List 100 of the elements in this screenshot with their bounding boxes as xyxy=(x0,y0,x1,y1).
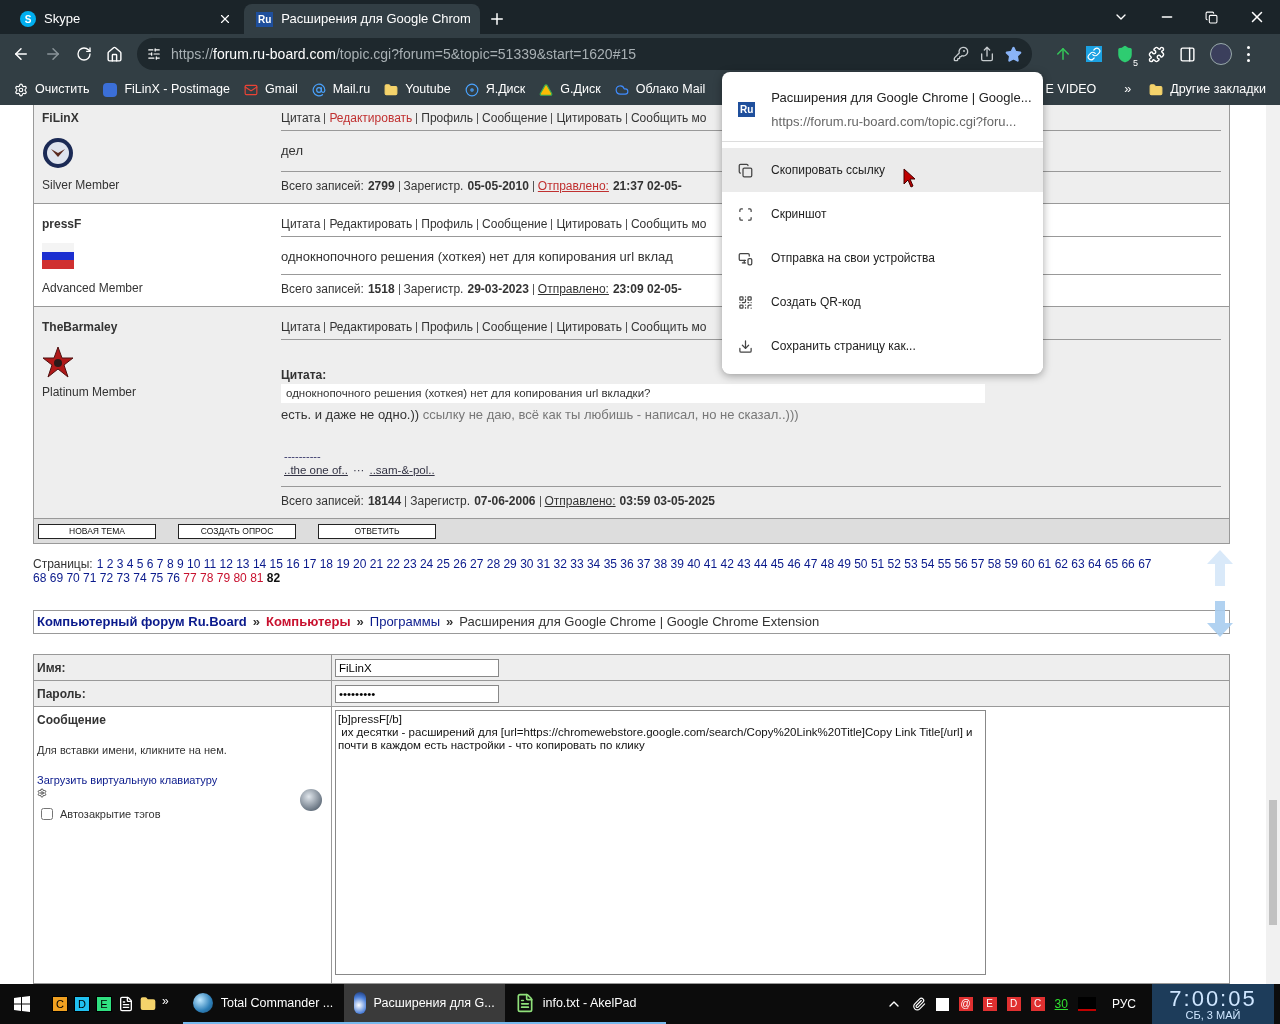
message-field[interactable]: [b]pressF[/b] их десятки - расширений для [url=https://chromewebstore.google.com/search/Copy%20Link%20Title]Copy Link Title[/url] и почти в каждом есть настройки - что копировать по клику xyxy=(335,710,986,975)
menu-icon[interactable] xyxy=(1246,46,1250,62)
author-name[interactable]: TheBarmaley xyxy=(42,318,281,336)
bookmark[interactable]: E VIDEO xyxy=(1045,80,1097,99)
page-link[interactable]: 60 xyxy=(1021,557,1035,571)
post-action-link[interactable]: Профиль xyxy=(421,109,474,127)
page-link[interactable]: 40 xyxy=(687,557,701,571)
new-tab-icon[interactable] xyxy=(488,10,506,28)
page-link[interactable]: 8 xyxy=(166,557,174,571)
page-link[interactable]: 35 xyxy=(603,557,617,571)
topic-button[interactable]: НОВАЯ ТЕМА xyxy=(38,523,156,539)
page-link[interactable]: 10 xyxy=(186,557,201,571)
page-link[interactable]: 82 xyxy=(266,571,281,585)
page-link[interactable]: 15 xyxy=(269,557,283,571)
page-link[interactable]: 50 xyxy=(854,557,868,571)
page-link[interactable]: 56 xyxy=(954,557,968,571)
paperclip-icon[interactable] xyxy=(911,997,926,1011)
language-indicator[interactable]: РУС xyxy=(1111,995,1136,1013)
page-link[interactable]: 7 xyxy=(156,557,164,571)
post-action-link[interactable]: Сообщить мо xyxy=(630,109,707,127)
page-link[interactable]: 22 xyxy=(386,557,400,571)
extensions-icon[interactable] xyxy=(1148,45,1165,63)
page-link[interactable]: 64 xyxy=(1088,557,1102,571)
page-link[interactable]: 3 xyxy=(116,557,124,571)
page-link[interactable]: 51 xyxy=(870,557,885,571)
star-icon[interactable] xyxy=(1005,45,1022,63)
post-action-link[interactable]: Редактировать xyxy=(329,318,413,336)
page-link[interactable]: 47 xyxy=(804,557,818,571)
page-link[interactable]: 27 xyxy=(470,557,484,571)
menu-item[interactable]: Скриншот xyxy=(722,192,1043,236)
page-link[interactable]: 9 xyxy=(176,557,184,571)
post-action-link[interactable]: Профиль xyxy=(421,215,474,233)
sent-link[interactable]: Отправлено: xyxy=(544,492,616,510)
page-link[interactable]: 32 xyxy=(553,557,567,571)
page-link[interactable]: 59 xyxy=(1004,557,1018,571)
key-icon[interactable] xyxy=(953,46,969,62)
browser-tab[interactable]: Ru Расширения для Google Chrom xyxy=(244,4,480,34)
post-action-link[interactable]: Цитата xyxy=(281,109,321,127)
bookmark[interactable]: Я.Диск xyxy=(464,80,526,99)
page-link[interactable]: 63 xyxy=(1071,557,1085,571)
name-field[interactable]: FiLinX xyxy=(335,658,499,677)
bookmark[interactable]: Mail.ru xyxy=(311,80,371,99)
signature-link[interactable]: ..sam-&-pol.. xyxy=(369,461,435,479)
sent-link[interactable]: Отправлено: xyxy=(537,177,609,195)
page-link[interactable]: 28 xyxy=(486,557,501,571)
page-link[interactable]: 19 xyxy=(336,557,350,571)
page-link[interactable]: 58 xyxy=(987,557,1002,571)
page-link[interactable]: 52 xyxy=(887,557,901,571)
author-name[interactable]: FiLinX xyxy=(42,109,281,127)
page-link[interactable]: 75 xyxy=(149,571,164,585)
page-link[interactable]: 2 xyxy=(106,557,114,571)
page-link[interactable]: 17 xyxy=(303,557,317,571)
page-link[interactable]: 53 xyxy=(904,557,918,571)
close-icon[interactable] xyxy=(218,12,232,26)
bookmark[interactable]: Облако Mail xyxy=(614,80,706,99)
page-link[interactable]: 78 xyxy=(200,571,214,585)
topic-button[interactable]: СОЗДАТЬ ОПРОС xyxy=(178,523,296,539)
windows-start-icon[interactable] xyxy=(14,996,30,1012)
page-link[interactable]: 1 xyxy=(96,557,104,571)
page-link[interactable]: 45 xyxy=(770,557,785,571)
forward-icon[interactable] xyxy=(44,45,62,63)
taskbar-button[interactable]: Total Commander ... xyxy=(182,984,344,1024)
bookmark[interactable]: G.Диск xyxy=(539,80,601,99)
page-link[interactable]: 20 xyxy=(353,557,367,571)
site-info-icon[interactable] xyxy=(147,47,161,61)
page-link[interactable]: 61 xyxy=(1037,557,1052,571)
page-link[interactable]: 69 xyxy=(49,571,64,585)
scrollbar-thumb[interactable] xyxy=(1269,800,1277,925)
bookmark[interactable]: FiLinX - Postimage xyxy=(103,80,231,99)
post-action-link[interactable]: Цитировать xyxy=(556,215,622,233)
document-icon[interactable] xyxy=(118,996,134,1012)
page-link[interactable]: 29 xyxy=(503,557,517,571)
page-link[interactable]: 71 xyxy=(83,571,97,585)
home-icon[interactable] xyxy=(106,45,123,63)
page-link[interactable]: 14 xyxy=(252,557,267,571)
page-link[interactable]: 31 xyxy=(536,557,551,571)
keyboard-link[interactable]: Загрузить виртуальную клавиатуру xyxy=(37,771,331,788)
square-icon[interactable] xyxy=(935,997,949,1011)
tray-icon[interactable]: @ xyxy=(958,997,973,1011)
page-link[interactable]: 6 xyxy=(146,557,154,571)
profile-avatar[interactable] xyxy=(1210,43,1232,65)
menu-item[interactable]: Скопировать ссылку xyxy=(722,148,1043,192)
page-link[interactable]: 46 xyxy=(787,557,801,571)
page-link[interactable]: 25 xyxy=(436,557,450,571)
page-link[interactable]: 76 xyxy=(166,571,180,585)
bookmark[interactable]: Gmail xyxy=(244,80,298,99)
page-link[interactable]: 38 xyxy=(653,557,668,571)
bookmark[interactable]: Очистить xyxy=(14,80,90,99)
page-link[interactable]: 48 xyxy=(820,557,835,571)
page-link[interactable]: 43 xyxy=(737,557,751,571)
post-action-link[interactable]: Цитировать xyxy=(556,318,622,336)
page-link[interactable]: 34 xyxy=(586,557,601,571)
sent-link[interactable]: Отправлено: xyxy=(537,280,609,298)
post-action-link[interactable]: Цитировать xyxy=(556,109,622,127)
post-action-link[interactable]: Сообщить мо xyxy=(630,215,707,233)
tray-icon[interactable]: E xyxy=(982,997,997,1011)
menu-item[interactable]: Создать QR-код xyxy=(722,280,1043,324)
post-action-link[interactable]: Профиль xyxy=(421,318,474,336)
page-link[interactable]: 70 xyxy=(66,571,80,585)
post-action-link[interactable]: Сообщить мо xyxy=(630,318,707,336)
